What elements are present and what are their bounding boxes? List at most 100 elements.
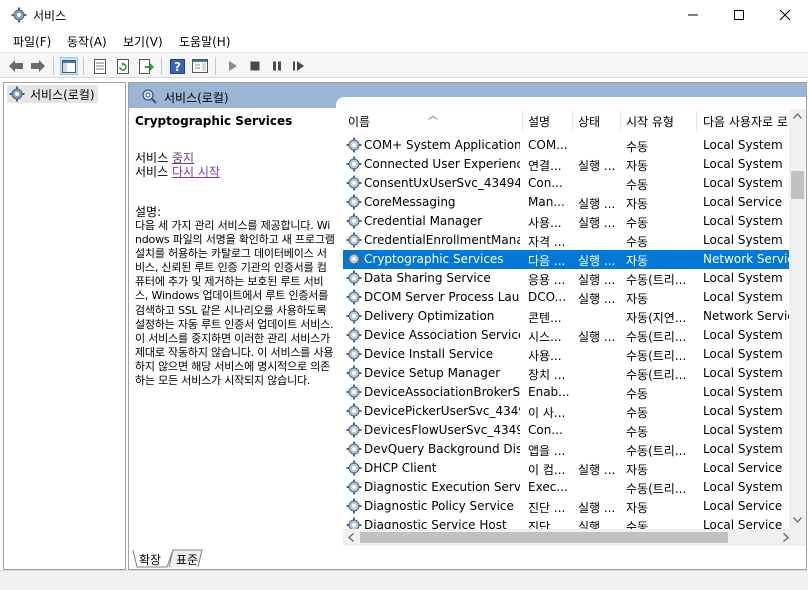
service-log-on-as: Local System <box>703 404 783 418</box>
service-row[interactable]: Device Install Service 사용... 수동(트리... Local… <box>343 345 789 364</box>
toolbar: ? <box>0 52 808 78</box>
service-row[interactable]: Credential Manager 사용... 실행 ... 수동 Local Sys… <box>343 212 789 231</box>
horizontal-scroll-thumb[interactable] <box>360 532 728 543</box>
service-startup-type: 자동 <box>626 197 649 211</box>
service-row[interactable]: Connected User Experience... 연결... 실행 ... 자… <box>343 155 789 174</box>
vertical-scrollbar[interactable] <box>789 109 806 529</box>
start-service-button[interactable] <box>223 57 241 75</box>
restart-service-link[interactable]: 다시 시작 <box>172 165 220 179</box>
forward-button[interactable] <box>29 57 47 75</box>
service-row[interactable]: Device Association Service 시스... 실행 ... 수동(… <box>343 326 789 345</box>
service-log-on-as: Local System <box>703 423 783 437</box>
toolbar-separator <box>215 57 216 75</box>
service-row[interactable]: ConsentUxUserSvc_43494 Con... 수동 Local Syst… <box>343 174 789 193</box>
horizontal-scrollbar[interactable] <box>343 529 806 546</box>
service-row[interactable]: CoreMessaging Man... 실행 ... 자동 Local Service <box>343 193 789 212</box>
service-row[interactable]: DeviceAssociationBrokerSv... Enab... 수동 Loc… <box>343 383 789 402</box>
stop-service-button[interactable] <box>246 57 264 75</box>
service-row[interactable]: Data Sharing Service 응용 ... 실행 ... 수동(트리...… <box>343 269 789 288</box>
console-tree-button[interactable] <box>60 57 78 75</box>
column-name[interactable]: 이름 <box>348 113 370 130</box>
minimize-button[interactable] <box>670 0 716 30</box>
service-gear-icon <box>346 289 362 305</box>
service-row[interactable]: Diagnostic Policy Service 진단 ... 실행 ... 자동 L… <box>343 497 789 516</box>
service-startup-type: 자동 <box>626 501 649 515</box>
restart-service-button[interactable] <box>290 57 308 75</box>
close-icon <box>779 9 791 21</box>
status-bar <box>0 570 808 590</box>
service-startup-type: 수동(트리... <box>626 368 687 382</box>
menu-help[interactable]: 도움말(H) <box>179 33 231 50</box>
refresh-icon <box>117 58 129 74</box>
properties-button[interactable] <box>91 57 109 75</box>
service-gear-icon <box>346 327 362 343</box>
service-name: COM+ System Application <box>364 138 520 152</box>
service-startup-type: 수동 <box>626 235 649 249</box>
tab-extended[interactable]: 확장 <box>139 551 161 568</box>
service-gear-icon <box>346 213 362 229</box>
service-gear-icon <box>346 441 362 457</box>
start-service-icon <box>229 61 237 71</box>
service-row[interactable]: CredentialEnrollmentMana... 자격 ... 수동 Local… <box>343 231 789 250</box>
service-row[interactable]: Diagnostic Service Host 진단 ... 실행 ... 수동 Loc… <box>343 516 789 529</box>
service-row[interactable]: DHCP Client 이 컴... 실행 ... 자동 Local Service <box>343 459 789 478</box>
refresh-button[interactable] <box>114 57 132 75</box>
back-button[interactable] <box>7 57 25 75</box>
service-gear-icon <box>346 460 362 476</box>
column-startup-type[interactable]: 시작 유형 <box>626 113 674 130</box>
service-name: DCOM Server Process Lau... <box>364 290 520 304</box>
services-list[interactable]: ︿ 이름 설명 상태 시작 유형 다음 사용자로 로 COM+ System A… <box>343 109 806 529</box>
service-name: DevQuery Background Dis... <box>364 442 520 456</box>
service-log-on-as: Local System <box>703 366 783 380</box>
column-status[interactable]: 상태 <box>578 113 600 130</box>
vertical-scroll-thumb[interactable] <box>791 171 804 199</box>
tree-item-services-local[interactable]: 서비스(로컬) <box>7 85 98 103</box>
service-gear-icon <box>346 175 362 191</box>
service-row[interactable]: Delivery Optimization 콘텐... 자동(지연... Networ… <box>343 307 789 326</box>
export-list-button[interactable] <box>137 57 155 75</box>
column-description[interactable]: 설명 <box>528 113 550 130</box>
service-status: 실행 ... <box>578 463 616 477</box>
service-name: Diagnostic Policy Service <box>364 499 514 513</box>
service-log-on-as: Local System <box>703 138 783 152</box>
service-name: CoreMessaging <box>364 195 456 209</box>
show-hide-action-pane-button[interactable] <box>191 57 209 75</box>
service-description: Man... <box>528 195 565 209</box>
service-row[interactable]: Diagnostic Execution Service Exec... 수동(트리… <box>343 478 789 497</box>
service-status: 실행 ... <box>578 330 616 344</box>
service-description: Con... <box>528 176 563 190</box>
tab-standard[interactable]: 표준 <box>176 551 198 568</box>
service-row[interactable]: DCOM Server Process Lau... DCO... 실행 ... 자동… <box>343 288 789 307</box>
column-header: ︿ 이름 설명 상태 시작 유형 다음 사용자로 로 <box>343 109 806 133</box>
pause-service-button[interactable] <box>268 57 286 75</box>
toolbar-separator <box>53 57 54 75</box>
menu-file[interactable]: 파일(F) <box>13 33 51 50</box>
service-row[interactable]: Device Setup Manager 장치 ... 수동(트리... Local … <box>343 364 789 383</box>
menu-action[interactable]: 동작(A) <box>67 33 107 50</box>
service-row[interactable]: DevQuery Background Dis... 앱을 ... 수동(트리...… <box>343 440 789 459</box>
service-startup-type: 자동 <box>626 463 649 477</box>
service-description: COM... <box>528 138 568 152</box>
service-name: Device Association Service <box>364 328 520 342</box>
tree-item-label: 서비스(로컬) <box>30 87 95 102</box>
service-startup-type: 수동 <box>626 140 649 154</box>
close-button[interactable] <box>762 0 808 30</box>
service-startup-type: 수동 <box>626 178 649 192</box>
service-gear-icon <box>346 517 362 529</box>
service-status: 실행 ... <box>578 273 616 287</box>
service-description: 이 사... <box>528 406 566 420</box>
service-name: DevicePickerUserSvc_43494 <box>364 404 520 418</box>
stop-service-link[interactable]: 중지 <box>172 151 194 165</box>
column-divider <box>620 111 621 131</box>
service-status: 실행 ... <box>578 197 616 211</box>
service-log-on-as: Local System <box>703 347 783 361</box>
maximize-button[interactable] <box>716 0 762 30</box>
help-button[interactable]: ? <box>168 57 186 75</box>
minimize-icon <box>688 14 698 16</box>
service-row[interactable]: COM+ System Application COM... 수동 Local Sys… <box>343 136 789 155</box>
column-log-on-as[interactable]: 다음 사용자로 로 <box>703 113 788 130</box>
service-row[interactable]: DevicesFlowUserSvc_43494 Con... 수동 Local Sy… <box>343 421 789 440</box>
menu-view[interactable]: 보기(V) <box>123 33 163 50</box>
service-row[interactable]: DevicePickerUserSvc_43494 이 사... 수동 Local S… <box>343 402 789 421</box>
service-row[interactable]: Cryptographic Services 다음 ... 실행 ... 자동 Netw… <box>343 250 789 269</box>
